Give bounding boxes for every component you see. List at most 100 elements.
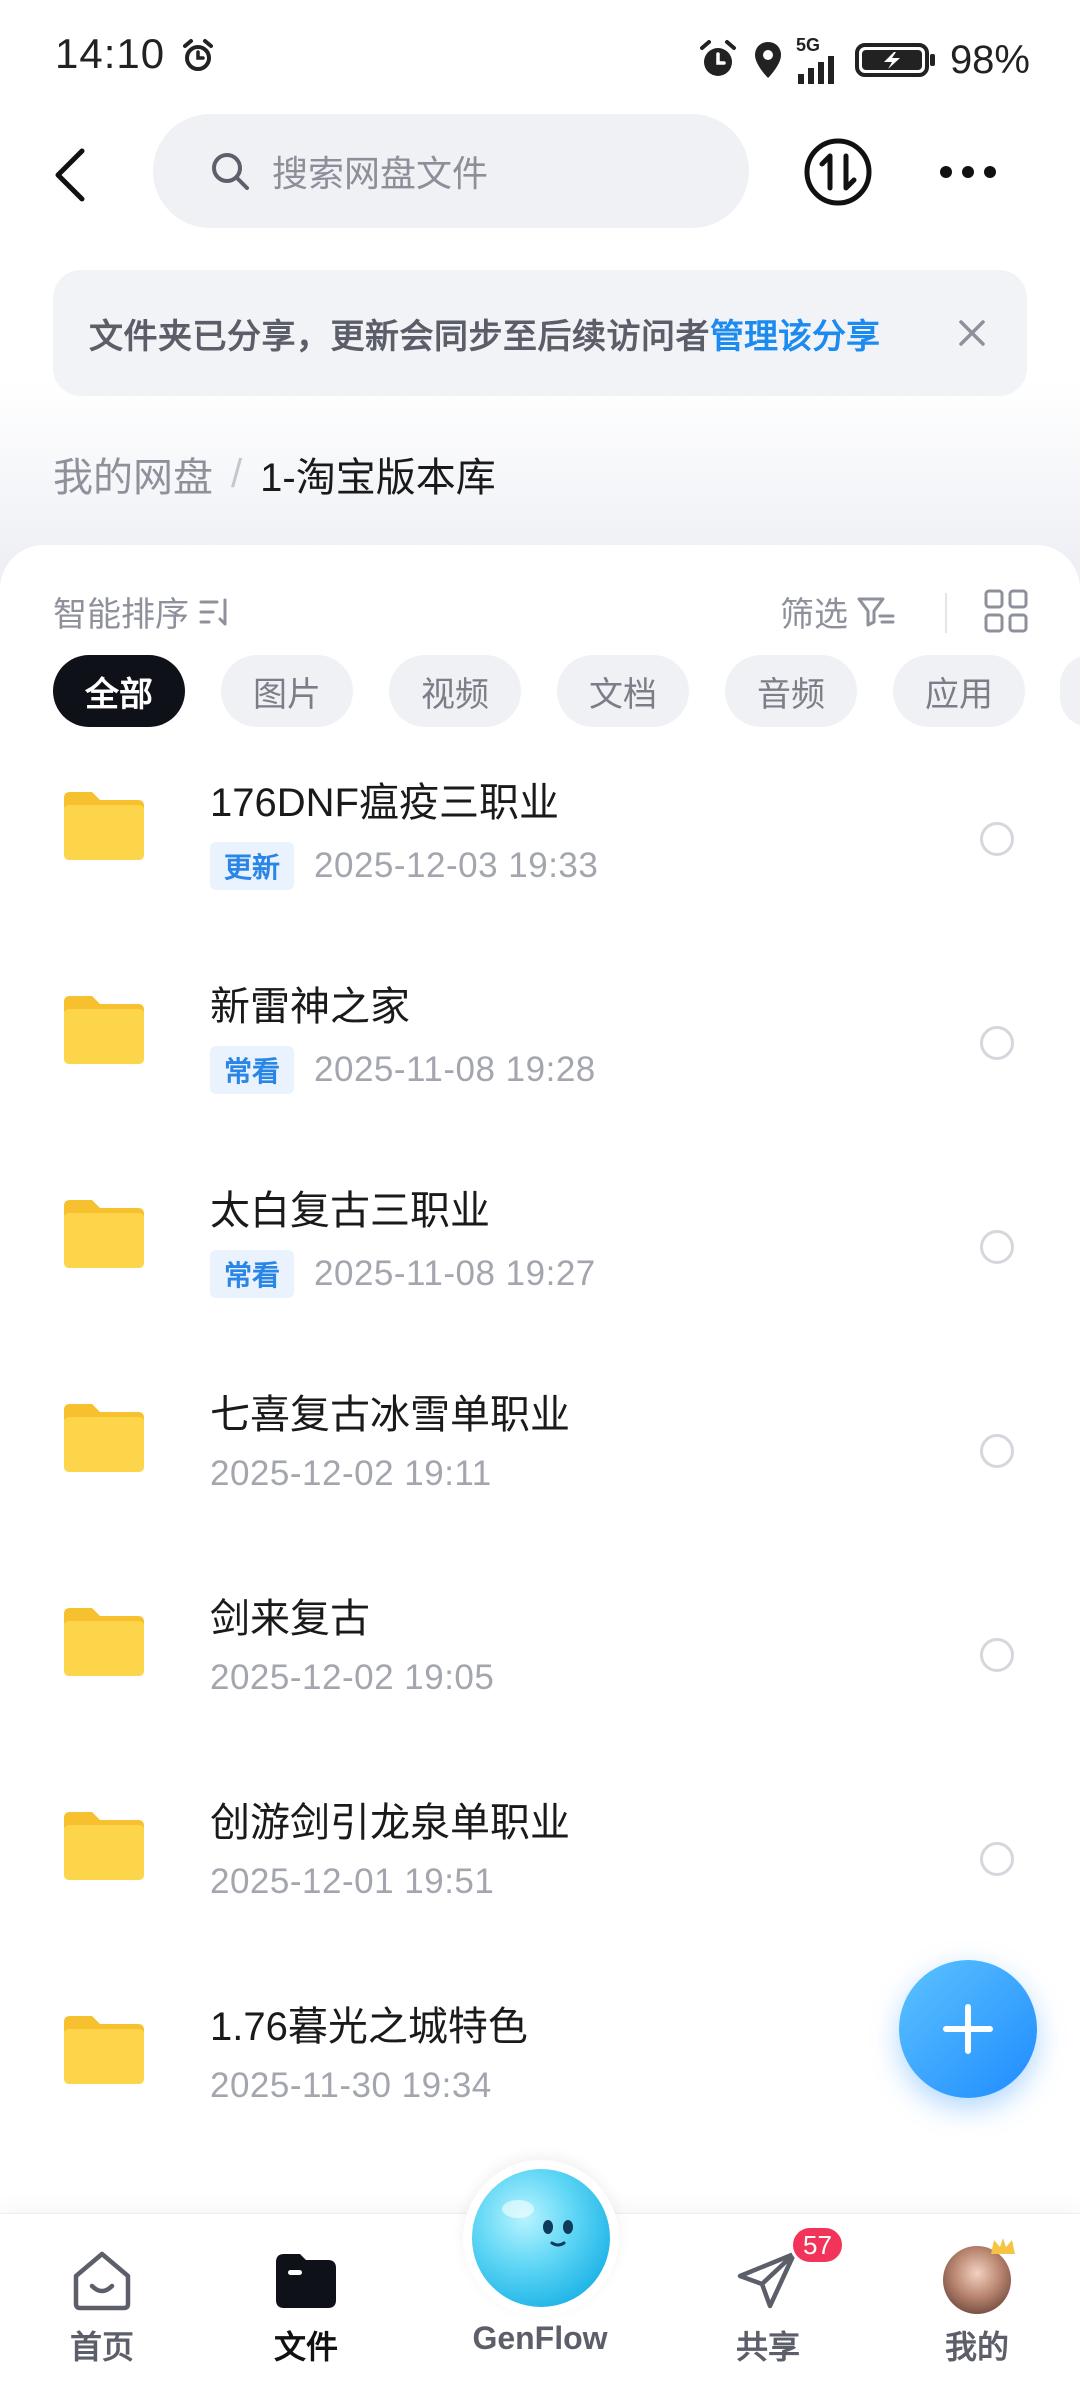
genflow-orb-icon xyxy=(472,2169,610,2307)
network-type: 5G xyxy=(795,35,820,55)
nav-share-label: 共享 xyxy=(735,2329,800,2365)
file-date: 2025-12-03 19:33 xyxy=(314,846,599,885)
chip-apps[interactable]: 应用 xyxy=(893,655,1025,727)
nav-home[interactable]: 首页 xyxy=(22,2214,182,2388)
breadcrumb-root[interactable]: 我的网盘 xyxy=(53,445,213,503)
grid-view-icon[interactable] xyxy=(982,587,1030,635)
banner-close-button[interactable] xyxy=(947,308,997,358)
file-date: 2025-11-08 19:28 xyxy=(314,1050,596,1089)
status-time: 14:10 xyxy=(55,30,166,77)
toolbar-divider xyxy=(945,593,947,633)
select-checkbox[interactable] xyxy=(980,1026,1014,1060)
select-checkbox[interactable] xyxy=(980,1434,1014,1468)
file-name: 新雷神之家 xyxy=(210,985,410,1029)
nav-mine[interactable]: 我的 xyxy=(897,2214,1057,2388)
file-date: 2025-11-30 19:34 xyxy=(210,2066,492,2105)
file-tag: 常看 xyxy=(210,1046,295,1094)
share-count-badge: 57 xyxy=(790,2225,845,2265)
nav-mine-label: 我的 xyxy=(944,2329,1009,2365)
filter-label: 筛选 xyxy=(780,596,848,634)
file-meta: 常看 2025-11-08 19:28 xyxy=(210,1046,596,1094)
battery-percent: 98% xyxy=(949,37,1030,82)
file-meta: 2025-12-01 19:51 xyxy=(210,1862,494,1902)
list-toolbar: 智能排序 筛选 xyxy=(0,575,1080,645)
file-tag: 常看 xyxy=(210,1250,295,1298)
add-button[interactable] xyxy=(899,1960,1037,2098)
close-icon xyxy=(959,320,985,346)
category-chips: 全部 图片 视频 文档 音频 应用 xyxy=(53,655,1025,727)
file-name: 七喜复古冰雪单职业 xyxy=(210,1393,570,1437)
file-date: 2025-12-01 19:51 xyxy=(210,1862,495,1901)
more-button[interactable] xyxy=(930,134,1006,210)
file-name: 创游剑引龙泉单职业 xyxy=(210,1801,570,1845)
folder-icon xyxy=(64,792,144,860)
filter-icon xyxy=(857,597,895,626)
file-meta: 更新 2025-12-03 19:33 xyxy=(210,842,598,890)
crown-icon xyxy=(991,2238,1015,2254)
file-name: 1.76暮光之城特色 xyxy=(210,2005,528,2049)
select-checkbox[interactable] xyxy=(980,1230,1014,1264)
banner-text: 文件夹已分享，更新会同步至后续访问者 xyxy=(89,317,710,356)
chip-videos[interactable]: 视频 xyxy=(389,655,521,727)
search-placeholder: 搜索网盘文件 xyxy=(272,153,489,194)
location-icon xyxy=(754,42,781,78)
manage-share-link[interactable]: 管理该分享 xyxy=(710,309,880,358)
file-meta: 常看 2025-11-08 19:27 xyxy=(210,1250,596,1298)
status-icons: 5G 98% xyxy=(696,30,1030,90)
status-bar: 14:10 5G 98% xyxy=(0,0,1080,110)
transfer-button[interactable] xyxy=(800,134,876,210)
genflow-face-icon xyxy=(502,2200,573,2247)
back-button[interactable] xyxy=(40,140,100,210)
list-item[interactable]: 创游剑引龙泉单职业 2025-12-01 19:51 xyxy=(0,1760,1080,1964)
file-meta: 2025-12-02 19:05 xyxy=(210,1658,494,1698)
file-tag: 更新 xyxy=(210,842,295,890)
select-checkbox[interactable] xyxy=(980,822,1014,856)
sort-label: 智能排序 xyxy=(53,596,189,634)
folder-icon xyxy=(64,1812,144,1880)
breadcrumb-current: 1-淘宝版本库 xyxy=(260,456,496,500)
nav-files[interactable]: 文件 xyxy=(226,2214,386,2388)
chip-images[interactable]: 图片 xyxy=(221,655,353,727)
folder-icon xyxy=(64,996,144,1064)
nav-genflow-label: GenFlow xyxy=(472,2320,608,2356)
list-item[interactable]: 剑来复古 2025-12-02 19:05 xyxy=(0,1556,1080,1760)
file-name: 176DNF瘟疫三职业 xyxy=(210,781,559,825)
list-item[interactable]: 176DNF瘟疫三职业 更新 2025-12-03 19:33 xyxy=(0,740,1080,944)
sort-button[interactable]: 智能排序 xyxy=(53,587,233,636)
chip-documents[interactable]: 文档 xyxy=(557,655,689,727)
file-panel: 智能排序 筛选 全部 图片 视频 文档 音频 应用 176DNF瘟疫三职业 更新… xyxy=(0,545,1080,2388)
file-date: 2025-11-08 19:27 xyxy=(314,1254,596,1293)
file-date: 2025-12-02 19:05 xyxy=(210,1658,495,1697)
list-item[interactable]: 七喜复古冰雪单职业 2025-12-02 19:11 xyxy=(0,1352,1080,1556)
breadcrumb: 我的网盘 / 1-淘宝版本库 xyxy=(53,445,496,503)
nav-files-label: 文件 xyxy=(273,2329,338,2365)
chip-all[interactable]: 全部 xyxy=(53,655,185,727)
alarm-icon xyxy=(183,39,213,71)
file-meta: 2025-12-02 19:11 xyxy=(210,1454,492,1494)
list-item[interactable]: 太白复古三职业 常看 2025-11-08 19:27 xyxy=(0,1148,1080,1352)
sort-icon xyxy=(199,598,227,625)
genflow-button[interactable] xyxy=(463,2160,619,2316)
chip-audio[interactable]: 音频 xyxy=(725,655,857,727)
filter-button[interactable]: 筛选 xyxy=(780,587,896,636)
alarm-clock-icon xyxy=(699,40,736,76)
select-checkbox[interactable] xyxy=(980,1638,1014,1672)
folder-icon xyxy=(64,1404,144,1472)
list-item[interactable]: 新雷神之家 常看 2025-11-08 19:28 xyxy=(0,944,1080,1148)
search-input[interactable]: 搜索网盘文件 xyxy=(153,114,749,228)
select-checkbox[interactable] xyxy=(980,1842,1014,1876)
top-nav: 搜索网盘文件 xyxy=(0,110,1080,230)
paper-plane-icon xyxy=(737,2251,797,2309)
folder-icon xyxy=(64,1200,144,1268)
battery-icon xyxy=(854,43,935,77)
plus-icon xyxy=(943,2004,993,2054)
chevron-left-icon xyxy=(55,148,85,202)
file-date: 2025-12-02 19:11 xyxy=(210,1454,492,1493)
chip-more[interactable] xyxy=(1060,655,1080,727)
file-name: 剑来复古 xyxy=(210,1597,370,1641)
file-name: 太白复古三职业 xyxy=(210,1189,490,1233)
folder-icon xyxy=(64,2016,144,2084)
file-list: 176DNF瘟疫三职业 更新 2025-12-03 19:33 新雷神之家 常看… xyxy=(0,740,1080,2168)
cellular-icon: 5G xyxy=(796,36,842,84)
share-banner: 文件夹已分享，更新会同步至后续访问者 管理该分享 xyxy=(53,270,1027,396)
